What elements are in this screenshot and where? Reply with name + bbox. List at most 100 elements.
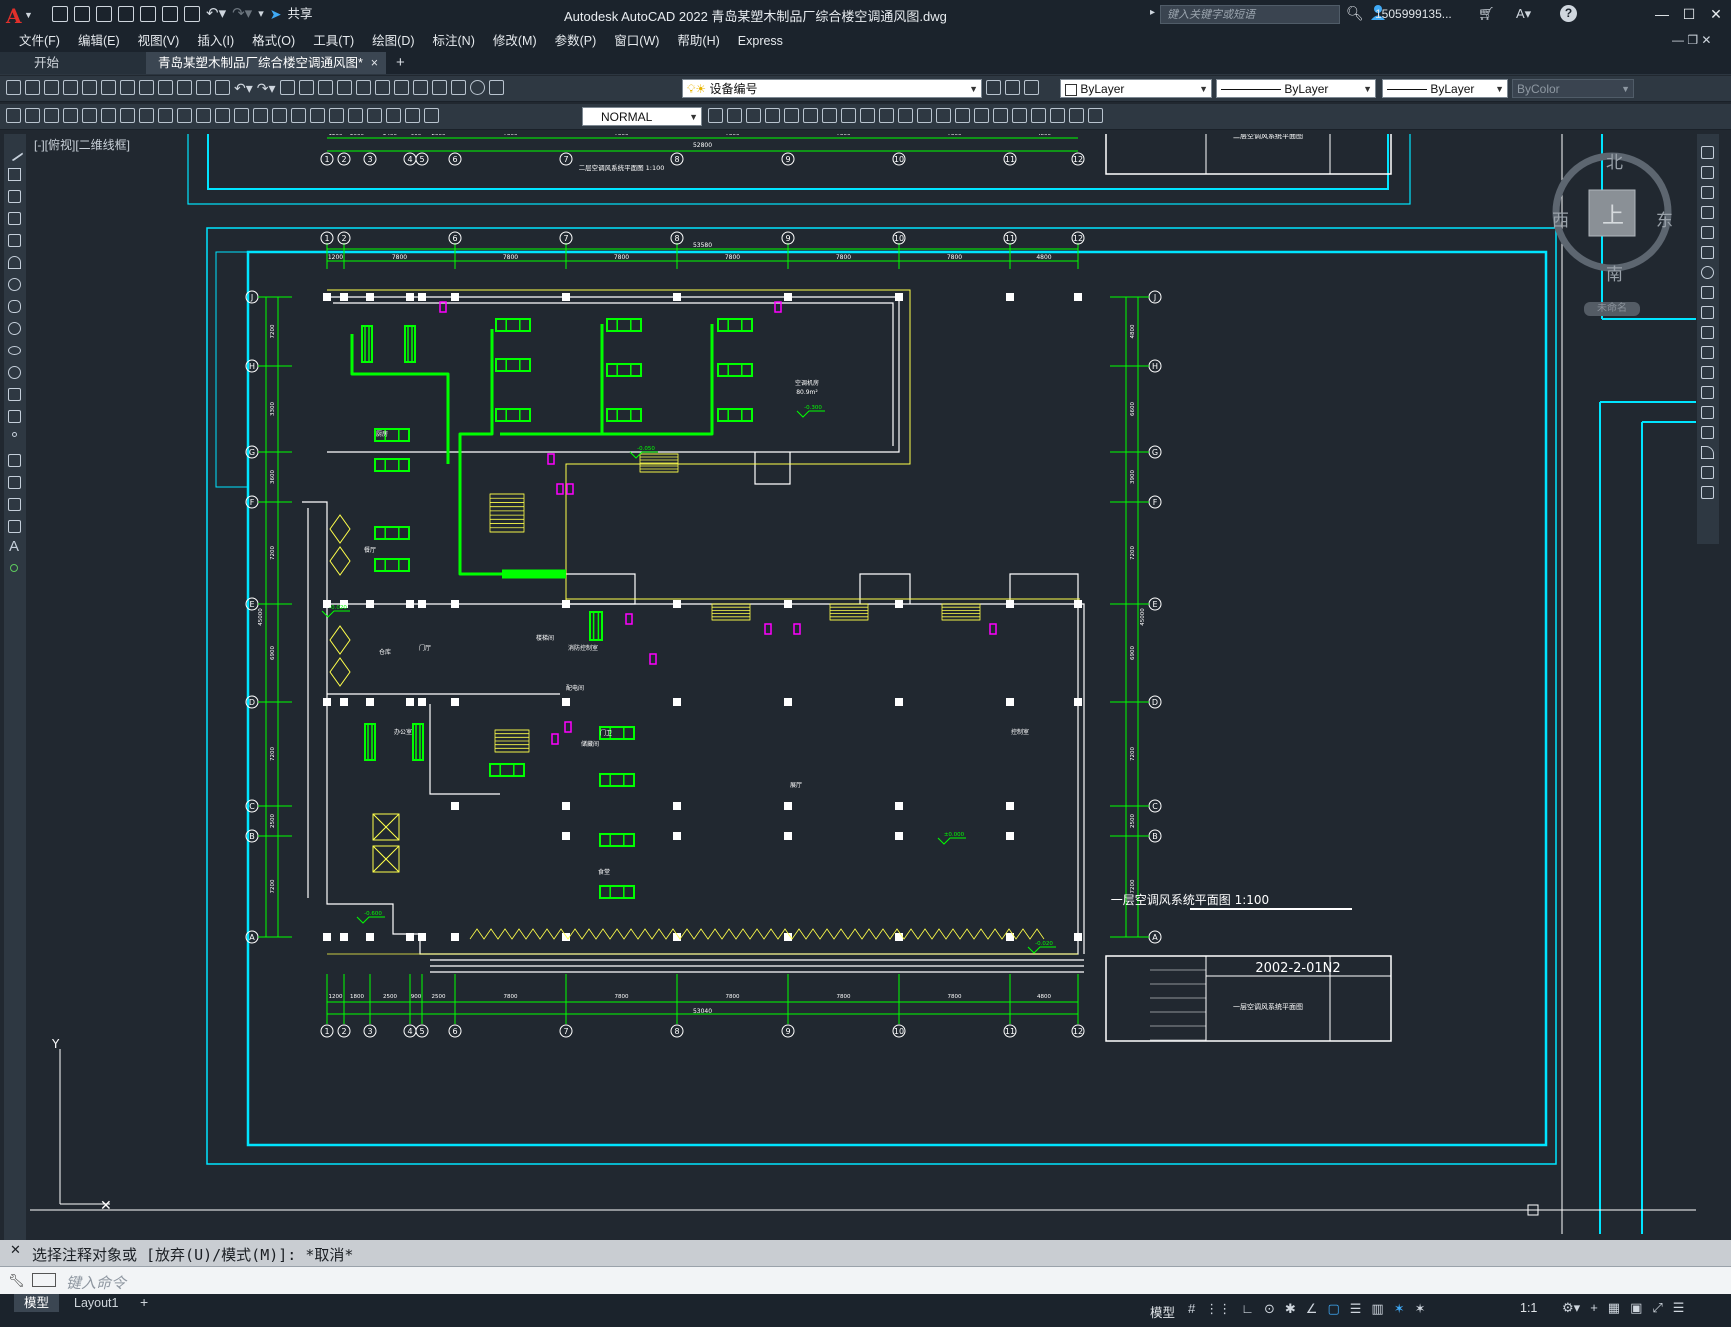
tab-model[interactable]: 模型 [14,1294,60,1312]
save-as-icon[interactable] [118,6,134,22]
ucs-menu[interactable]: 未命名 [1584,302,1640,316]
isodraft-icon[interactable]: ✱ [1285,1301,1296,1317]
aligned-dim-icon[interactable] [82,108,97,123]
redo-icon[interactable]: ↷▾ [232,6,252,22]
polar-icon[interactable]: ⊙ [1264,1301,1275,1317]
break-at-point-icon[interactable] [1701,366,1714,379]
publish-icon[interactable] [101,80,116,95]
ucs-previous-icon[interactable] [841,108,856,123]
command-input[interactable]: 键入命令 [66,1272,126,1293]
design-center-icon[interactable] [374,80,390,95]
new-icon[interactable] [52,6,68,22]
user-name[interactable]: 1505999135... [1375,7,1452,21]
menu-insert[interactable]: 插入(I) [188,30,243,52]
viewport-icon[interactable] [1050,108,1065,123]
view-back-icon[interactable] [746,108,761,123]
view-left-icon[interactable] [765,108,780,123]
scale-icon[interactable] [1701,286,1714,299]
copy-icon[interactable] [158,80,173,95]
extend-icon[interactable] [1701,346,1714,359]
rotate-icon[interactable] [1701,266,1714,279]
ucs-apply-icon[interactable] [1031,108,1046,123]
move-icon[interactable] [1701,246,1714,259]
revision-cloud-icon[interactable] [8,300,21,313]
ortho-icon[interactable]: ∟ [1241,1301,1254,1317]
angular-dim-icon[interactable] [196,108,211,123]
compass-south[interactable]: 南 [1606,260,1623,285]
stretch-icon[interactable] [1701,306,1714,319]
zoom-window-icon[interactable] [317,80,333,95]
help-icon[interactable]: ? [1560,5,1577,22]
redo-icon[interactable]: ↷▾ [257,80,276,97]
new-tab-button[interactable]: + [396,54,405,71]
menu-dimension[interactable]: 标注(N) [424,30,484,52]
dim-update-icon[interactable] [424,108,439,123]
minimize-button[interactable]: — [1648,4,1676,24]
arc-icon[interactable] [8,256,21,269]
center-mark-icon[interactable] [329,108,344,123]
command-line[interactable]: 🔧︎ 键入命令 [0,1266,1731,1295]
hatch-icon[interactable] [8,454,21,467]
compass-north[interactable]: 北 [1606,148,1623,173]
region-icon[interactable] [8,498,21,511]
mtext-icon[interactable]: A [9,538,19,555]
save-to-web-icon[interactable] [162,6,178,22]
color-dropdown[interactable]: ByLayer ▼ [1060,79,1212,98]
autocad-logo[interactable]: A [6,4,22,28]
customization-icon[interactable]: ☰ [1673,1300,1685,1316]
autodesk-app-icon[interactable]: A▾ [1516,6,1531,22]
ucs-x-icon[interactable] [974,108,989,123]
jogged-linear-icon[interactable] [367,108,382,123]
ordinate-dim-icon[interactable] [120,108,135,123]
plot-preview-icon[interactable] [82,80,97,95]
markup-icon[interactable] [431,80,447,95]
radius-dim-icon[interactable] [139,108,154,123]
menu-help[interactable]: 帮助(H) [668,30,728,52]
offset-icon[interactable] [1701,206,1714,219]
tab-close-icon[interactable]: × [371,52,378,74]
plus-icon[interactable]: + [1590,1300,1598,1316]
tool-palettes-icon[interactable] [393,80,409,95]
menu-express[interactable]: Express [729,30,792,52]
plotstyle-dropdown[interactable]: ByColor ▼ [1512,79,1634,98]
dim-style-icon[interactable] [708,108,723,123]
zoom-realtime-icon[interactable] [298,80,314,95]
workspace-gear-icon[interactable]: ⚙︎▾ [1562,1300,1580,1316]
construction-line-icon[interactable] [8,168,21,181]
lineweight-dropdown[interactable]: ByLayer ▼ [1382,79,1508,98]
fillet-icon[interactable] [1701,446,1714,459]
viewcube[interactable]: 北 南 东 西 上 未命名 [1552,148,1673,320]
tab-start[interactable]: 开始 [0,52,146,74]
viewcube-top-face[interactable]: 上 [1602,198,1624,230]
make-current-icon[interactable] [986,80,1001,95]
insert-block-icon[interactable] [8,388,21,401]
blend-curves-icon[interactable] [1701,466,1714,479]
mirror-icon[interactable] [1701,186,1714,199]
continue-dim-icon[interactable] [253,108,268,123]
open-icon[interactable] [25,80,40,95]
ellipse-arc-icon[interactable] [8,366,21,379]
transparency-icon[interactable]: ▥ [1371,1301,1383,1317]
dim-edit-icon[interactable] [386,108,401,123]
linetype-dropdown[interactable]: ByLayer ▼ [1216,79,1376,98]
break-icon[interactable] [1701,386,1714,399]
auto-scale-icon[interactable]: ✶ [1415,1301,1426,1317]
tolerance-icon[interactable] [310,108,325,123]
table-icon[interactable] [8,520,21,533]
compass-east[interactable]: 东 [1656,206,1673,231]
inspection-icon[interactable] [348,108,363,123]
customize-qat-icon[interactable]: ▾ [258,6,264,22]
make-block-icon[interactable] [8,410,21,423]
3d-dwf-icon[interactable] [120,80,135,95]
menu-format[interactable]: 格式(O) [243,30,304,52]
hardware-accel-icon[interactable]: ▣ [1630,1300,1642,1316]
polygon-icon[interactable] [8,212,21,225]
draw-order-icon[interactable] [6,108,21,123]
snap-icon[interactable]: ⋮⋮ [1205,1301,1231,1317]
spline-icon[interactable] [8,322,21,335]
point-icon[interactable] [12,432,17,437]
line-icon[interactable] [5,143,24,162]
ucs-3point-icon[interactable] [898,108,913,123]
osnap-track-icon[interactable]: ∠ [1306,1301,1318,1317]
dim-break-icon[interactable] [291,108,306,123]
